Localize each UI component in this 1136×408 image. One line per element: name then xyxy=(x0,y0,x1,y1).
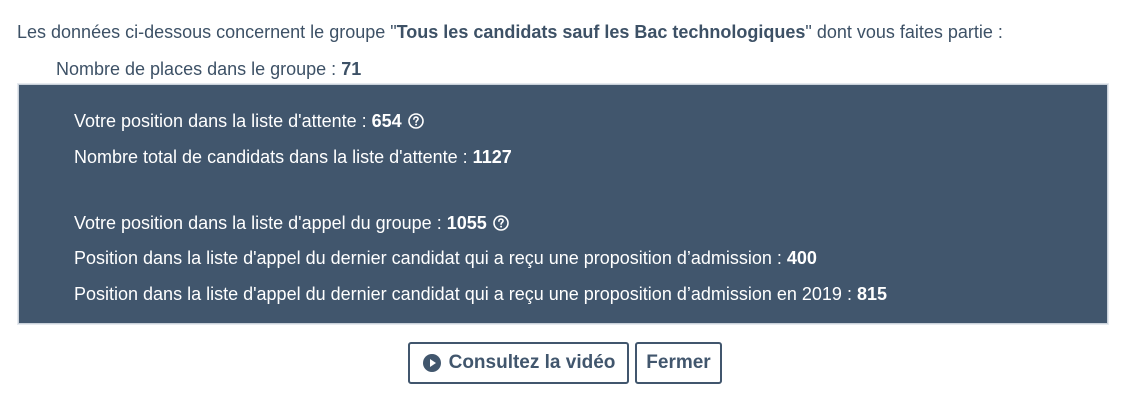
places-line: Nombre de places dans le groupe : 71 xyxy=(56,57,361,81)
waitlist-position-label: Votre position dans la liste d'attente : xyxy=(74,111,367,131)
help-circle-icon[interactable] xyxy=(492,215,509,231)
last-admitted-2019-value: 815 xyxy=(856,284,887,304)
places-value: 71 xyxy=(341,59,362,79)
waitlist-total-line: Nombre total de candidats dans la liste … xyxy=(74,145,512,169)
waitlist-total-label: Nombre total de candidats dans la liste … xyxy=(74,147,468,167)
watch-video-label: Consultez la vidéo xyxy=(448,352,616,373)
intro-text: Les données ci-dessous concernent le gro… xyxy=(17,20,1003,44)
last-admitted-2019-label: Position dans la liste d'appel du dernie… xyxy=(74,284,852,304)
places-label: Nombre de places dans le groupe : xyxy=(56,59,337,79)
play-circle-icon xyxy=(422,354,441,372)
ranking-panel: Votre position dans la liste d'attente :… xyxy=(18,84,1108,324)
waitlist-position-line: Votre position dans la liste d'attente :… xyxy=(74,109,424,133)
intro-prefix: Les données ci-dessous concernent le gro… xyxy=(17,22,397,42)
last-admitted-line: Position dans la liste d'appel du dernie… xyxy=(74,246,817,270)
close-label: Fermer xyxy=(646,352,711,373)
waitlist-total-value: 1127 xyxy=(472,147,512,167)
intro-suffix: " dont vous faites partie : xyxy=(805,22,1003,42)
call-position-line: Votre position dans la liste d'appel du … xyxy=(74,211,509,235)
last-admitted-value: 400 xyxy=(786,248,817,268)
call-position-label: Votre position dans la liste d'appel du … xyxy=(74,213,442,233)
help-circle-icon[interactable] xyxy=(407,113,424,129)
last-admitted-label: Position dans la liste d'appel du dernie… xyxy=(74,248,782,268)
watch-video-button[interactable]: Consultez la vidéo xyxy=(408,342,629,384)
close-button[interactable]: Fermer xyxy=(635,342,722,384)
last-admitted-2019-line: Position dans la liste d'appel du dernie… xyxy=(74,282,887,306)
call-position-value: 1055 xyxy=(446,213,487,233)
group-name: Tous les candidats sauf les Bac technolo… xyxy=(396,22,806,42)
waitlist-position-value: 654 xyxy=(371,111,402,131)
